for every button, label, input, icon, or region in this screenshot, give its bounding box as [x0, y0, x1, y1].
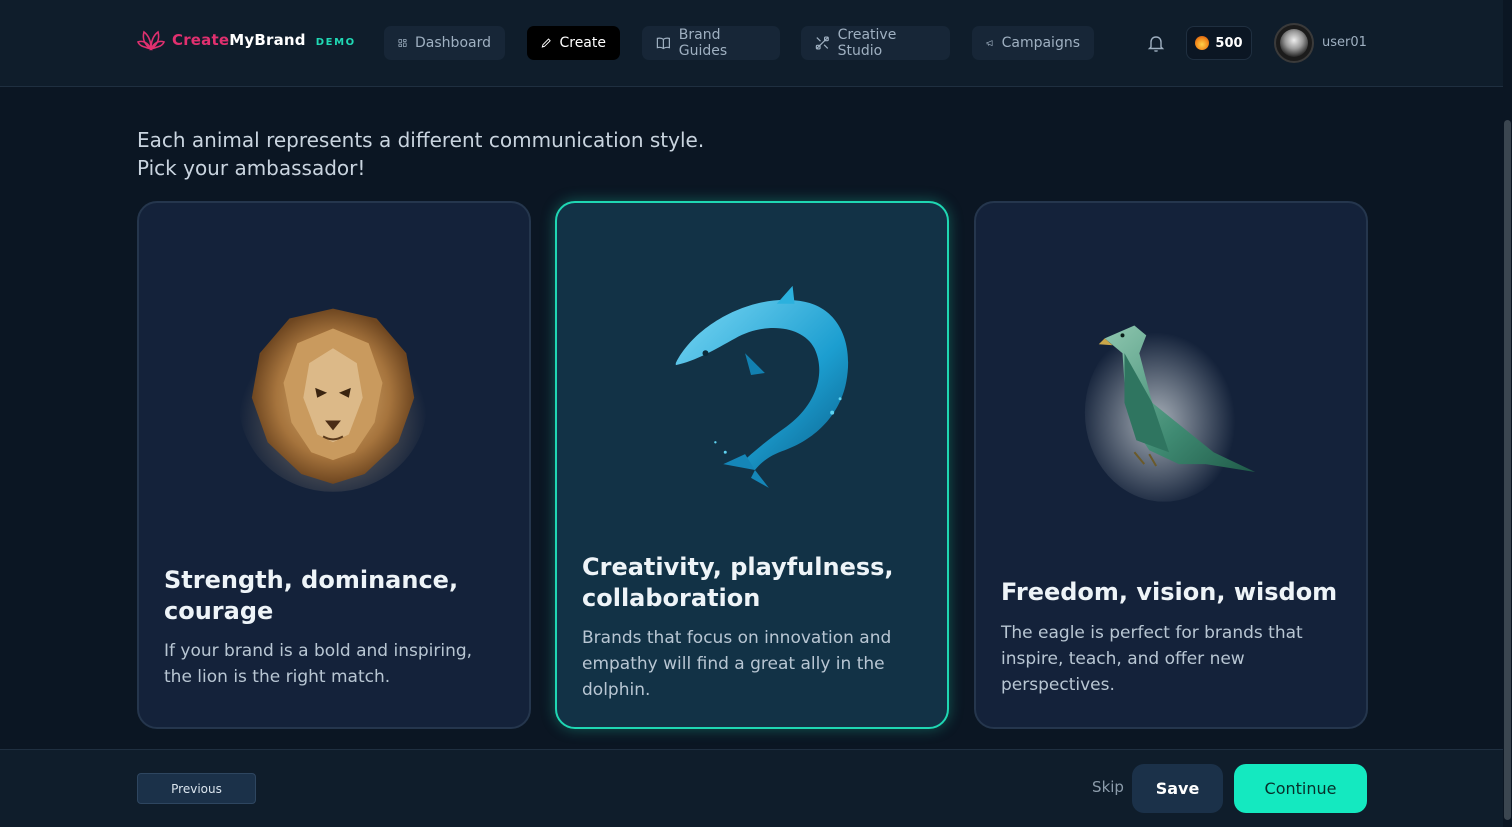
intro-text: Each animal represents a different commu…	[137, 126, 837, 182]
book-icon	[656, 37, 670, 50]
scrollbar-track[interactable]	[1503, 0, 1512, 827]
nav-dashboard-label: Dashboard	[415, 35, 491, 51]
credits-count: 500	[1215, 35, 1243, 51]
tools-icon	[815, 36, 829, 50]
lion-illustration	[238, 308, 428, 492]
intro-line-2: Pick your ambassador!	[137, 156, 366, 180]
intro-line-1: Each animal represents a different commu…	[137, 128, 705, 152]
card-dolphin-description: Brands that focus on innovation and empa…	[582, 628, 892, 700]
brand-logo-link[interactable]: CreateMyBrand DEMO	[136, 24, 356, 56]
nav-creative-studio[interactable]: Creative Studio	[801, 26, 950, 60]
continue-button[interactable]: Continue	[1234, 764, 1367, 813]
card-lion-description: If your brand is a bold and inspiring, t…	[164, 641, 473, 687]
previous-button[interactable]: Previous	[137, 773, 256, 804]
flame-icon	[1195, 36, 1210, 50]
nav-brand-guides[interactable]: Brand Guides	[642, 26, 780, 60]
nav-creative-studio-label: Creative Studio	[837, 27, 897, 59]
nav-campaigns[interactable]: Campaigns	[972, 26, 1094, 60]
card-eagle-description: The eagle is perfect for brands that ins…	[1001, 623, 1303, 695]
card-dolphin[interactable]: Creativity, playfulness, collaboration B…	[555, 201, 949, 729]
card-lion-title: Strength, dominance, courage	[164, 566, 459, 625]
card-eagle-title: Freedom, vision, wisdom	[1001, 578, 1338, 606]
credits-badge[interactable]: 500	[1186, 26, 1252, 60]
dashboard-icon	[398, 38, 407, 48]
avatar-image	[1280, 29, 1308, 57]
save-button[interactable]: Save	[1132, 764, 1223, 813]
nav-create[interactable]: Create	[527, 26, 620, 60]
nav-campaigns-label: Campaigns	[1001, 35, 1080, 51]
demo-badge: DEMO	[315, 36, 356, 48]
brand-name-rest: MyBrand	[229, 31, 306, 49]
card-dolphin-title: Creativity, playfulness, collaboration	[582, 553, 894, 612]
card-lion[interactable]: Strength, dominance, courage If your bra…	[137, 201, 531, 729]
dolphin-illustration	[675, 285, 849, 488]
pen-icon	[541, 38, 551, 48]
nav-brand-guides-label: Brand Guides	[678, 27, 728, 59]
card-eagle[interactable]: Freedom, vision, wisdom The eagle is per…	[974, 201, 1368, 729]
bell-icon[interactable]	[1146, 33, 1166, 53]
username[interactable]: user01	[1322, 35, 1367, 50]
eagle-illustration	[1084, 323, 1256, 502]
skip-button[interactable]: Skip	[1088, 778, 1128, 800]
lotus-logo-icon	[136, 30, 166, 51]
megaphone-icon	[986, 40, 993, 47]
scrollbar-thumb[interactable]	[1504, 120, 1511, 820]
nav-dashboard[interactable]: Dashboard	[384, 26, 505, 60]
nav-create-label: Create	[559, 35, 606, 51]
avatar[interactable]	[1274, 23, 1314, 63]
brand-name-accent: Create	[172, 31, 230, 49]
brand-name: CreateMyBrand	[172, 31, 306, 49]
top-navbar: CreateMyBrand DEMO Dashboard Create Bran…	[0, 0, 1512, 87]
